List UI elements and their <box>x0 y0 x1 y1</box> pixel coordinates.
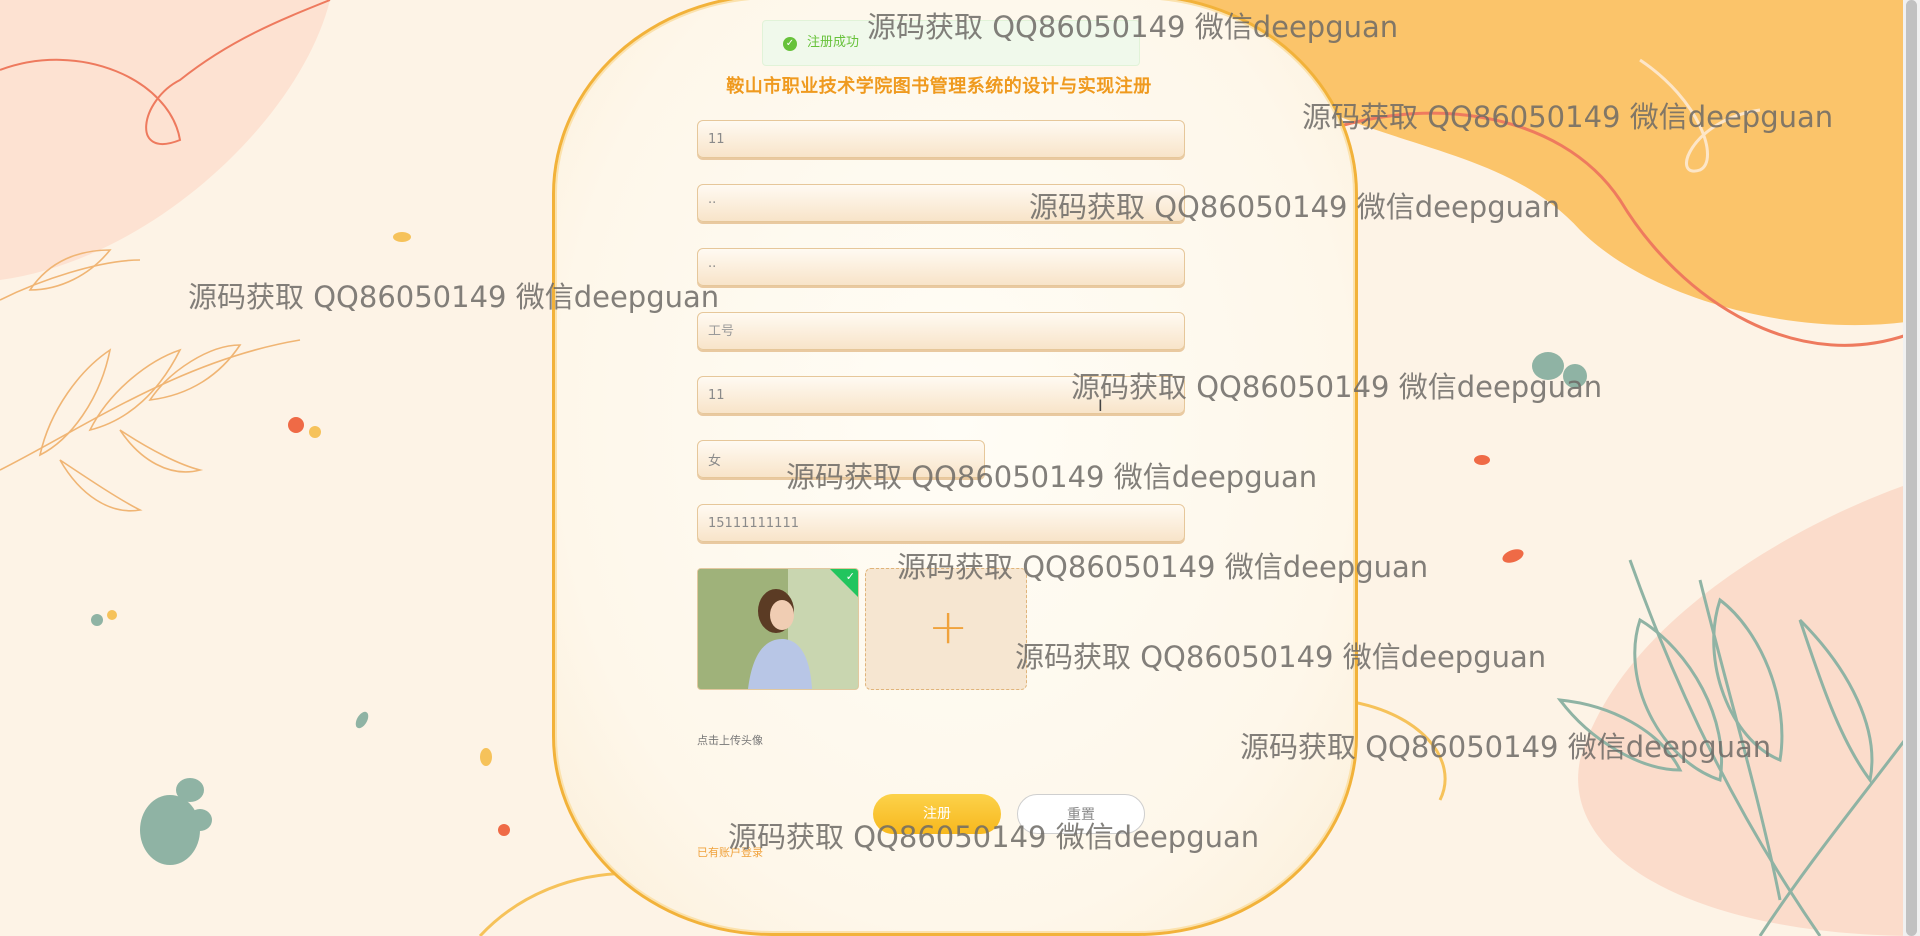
watermark: 源码获取 QQ86050149 微信deepguan <box>1302 100 1834 134</box>
plus-icon: + <box>928 599 969 655</box>
watermark: 源码获取 QQ86050149 微信deepguan <box>1015 640 1547 674</box>
watermark: 源码获取 QQ86050149 微信deepguan <box>897 550 1429 584</box>
scrollbar[interactable] <box>1903 0 1920 936</box>
watermark: 源码获取 QQ86050149 微信deepguan <box>867 10 1399 44</box>
check-circle-icon: ✓ <box>783 37 797 51</box>
watermark: 源码获取 QQ86050149 微信deepguan <box>1071 370 1603 404</box>
account-input[interactable] <box>697 120 1185 158</box>
phone-input[interactable] <box>697 504 1185 542</box>
avatar-preview[interactable]: ✓ <box>697 568 859 690</box>
toast-message: 注册成功 <box>807 35 860 50</box>
upload-hint: 点击上传头像 <box>697 734 763 747</box>
scrollbar-thumb[interactable] <box>1906 0 1917 936</box>
watermark: 源码获取 QQ86050149 微信deepguan <box>188 280 720 314</box>
check-icon: ✓ <box>845 570 855 583</box>
page-title: 鞍山市职业技术学院图书管理系统的设计与实现注册 <box>726 76 1152 97</box>
employee-no-input[interactable] <box>697 312 1185 350</box>
watermark: 源码获取 QQ86050149 微信deepguan <box>1029 190 1561 224</box>
avatar-upload-button[interactable]: + <box>865 568 1027 690</box>
watermark: 源码获取 QQ86050149 微信deepguan <box>1240 730 1772 764</box>
text-cursor-icon: I <box>1098 396 1103 415</box>
confirm-password-input[interactable] <box>697 248 1185 286</box>
watermark: 源码获取 QQ86050149 微信deepguan <box>786 460 1318 494</box>
watermark: 源码获取 QQ86050149 微信deepguan <box>728 820 1260 854</box>
